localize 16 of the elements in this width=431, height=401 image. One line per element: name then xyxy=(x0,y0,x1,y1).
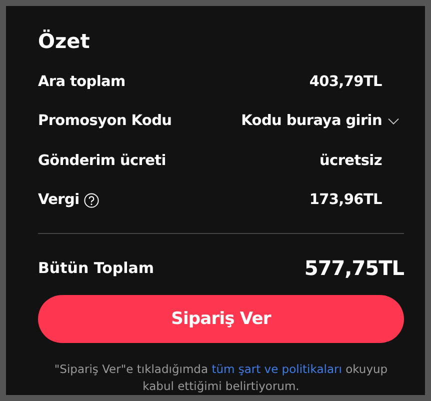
row-value: ücretsiz xyxy=(320,152,382,169)
terms-link[interactable]: tüm şart ve politikaları xyxy=(212,362,342,376)
total-label: Bütün Toplam xyxy=(38,259,154,277)
summary-title: Özet xyxy=(38,28,91,54)
row-value: 173,96TL xyxy=(309,192,382,208)
chevron-down-icon[interactable] xyxy=(388,118,399,125)
promo-code-dropdown[interactable]: Kodu buraya girin xyxy=(241,113,382,130)
terms-notice: "Sipariş Ver"e tıkladığımda tüm şart ve politikaları okuyup kabul ettiğimi belirtiyorum. xyxy=(53,361,389,395)
row-label: Gönderim ücreti xyxy=(38,152,166,169)
row-label: Vergi xyxy=(38,192,80,208)
row-value: 403,79TL xyxy=(309,74,382,90)
place-order-button[interactable]: Sipariş Ver xyxy=(38,295,404,343)
row-label: Ara toplam xyxy=(38,74,126,90)
total-amount: 577,75TL xyxy=(304,256,404,280)
row-label: Promosyon Kodu xyxy=(38,113,172,130)
help-icon[interactable] xyxy=(84,192,100,208)
